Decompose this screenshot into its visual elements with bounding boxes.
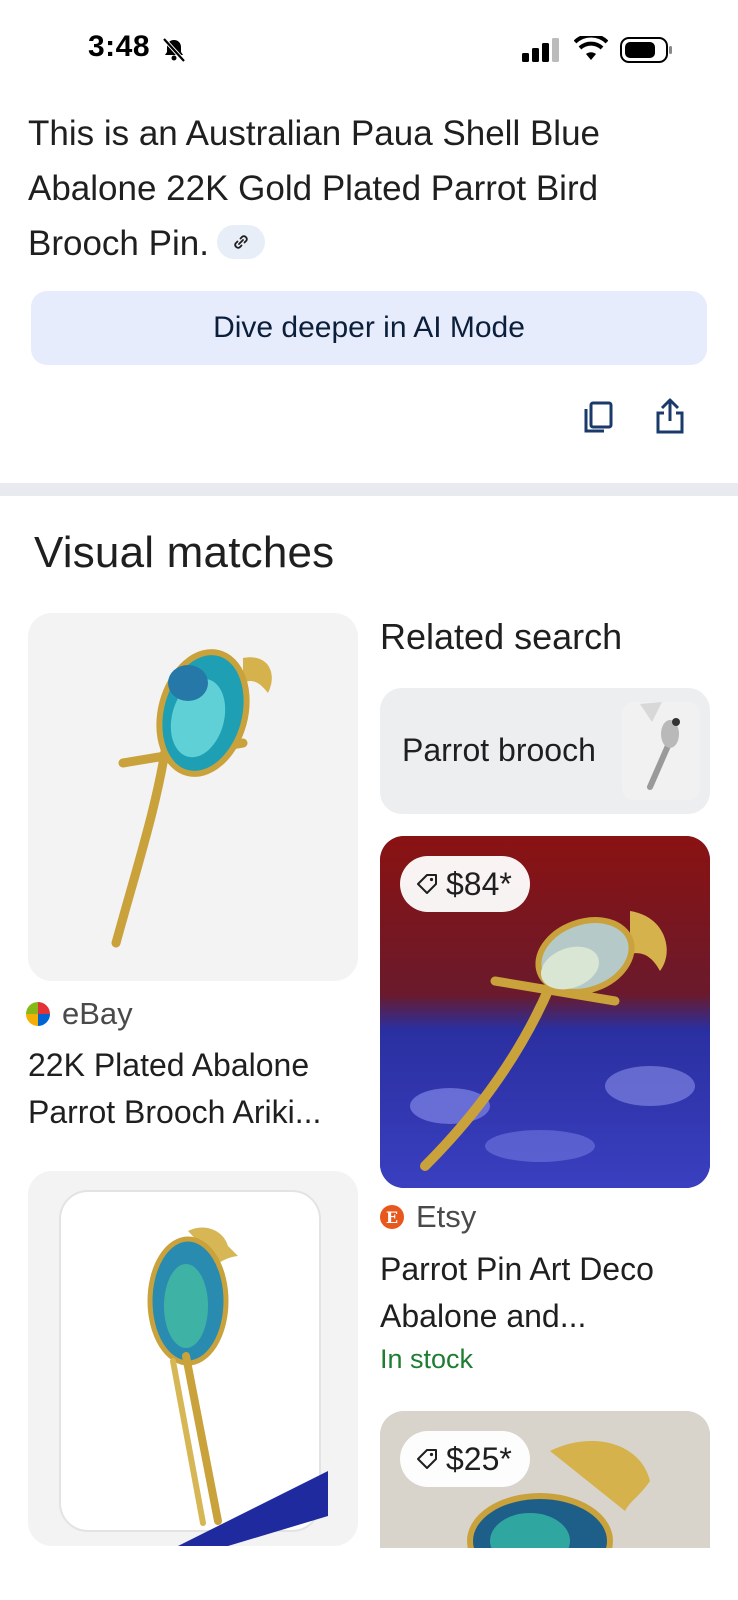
result-image-ebay-parrot[interactable] [28, 613, 358, 981]
result-source-etsy[interactable]: E Etsy [380, 1199, 476, 1235]
related-search-title: Related search [380, 616, 623, 657]
status-bar: 3:48 [0, 0, 738, 100]
price-tag-icon [417, 1449, 437, 1469]
wifi-icon [574, 36, 608, 60]
link-icon [234, 235, 248, 249]
availability-status: In stock [380, 1344, 474, 1374]
price-value: $25* [446, 1440, 512, 1477]
result-source-label: Etsy [416, 1199, 477, 1234]
price-badge: $25* [400, 1431, 530, 1487]
status-time: 3:48 [88, 30, 151, 63]
bottom-edge [0, 1548, 738, 1600]
bell-muted-icon [162, 37, 186, 63]
ai-answer-text: This is an Australian Paua Shell Blue Ab… [28, 106, 708, 271]
etsy-favicon-icon: E [380, 1205, 404, 1229]
copy-icon[interactable] [582, 400, 614, 434]
result-source-label: eBay [62, 996, 133, 1031]
dive-deeper-ai-mode-button[interactable]: Dive deeper in AI Mode [31, 291, 707, 365]
share-icon[interactable] [654, 397, 686, 435]
source-link-chip[interactable] [216, 224, 265, 259]
result-image-parrot-card[interactable] [28, 1171, 358, 1546]
price-tag-icon [417, 874, 437, 894]
signal-icon [522, 38, 559, 62]
section-divider [0, 483, 738, 496]
related-search-thumbnail [622, 702, 700, 800]
related-search-label: Parrot brooch [402, 732, 596, 768]
result-title-etsy[interactable]: Parrot Pin Art Deco Abalone and... [380, 1246, 710, 1340]
result-title-ebay[interactable]: 22K Plated Abalone Parrot Brooch Ariki..… [28, 1042, 358, 1136]
related-search-chip[interactable]: Parrot brooch [380, 688, 710, 814]
price-value: $84* [446, 865, 512, 902]
parrot-brooch-on-card-image [28, 1171, 358, 1546]
parrot-brooch-image [28, 613, 358, 981]
result-source-ebay[interactable]: eBay [26, 996, 133, 1032]
visual-matches-title: Visual matches [34, 528, 335, 577]
ebay-favicon-icon [26, 1002, 50, 1026]
battery-icon [620, 37, 672, 63]
ai-answer-sentence: This is an Australian Paua Shell Blue Ab… [28, 114, 600, 263]
price-badge: $84* [400, 856, 530, 912]
